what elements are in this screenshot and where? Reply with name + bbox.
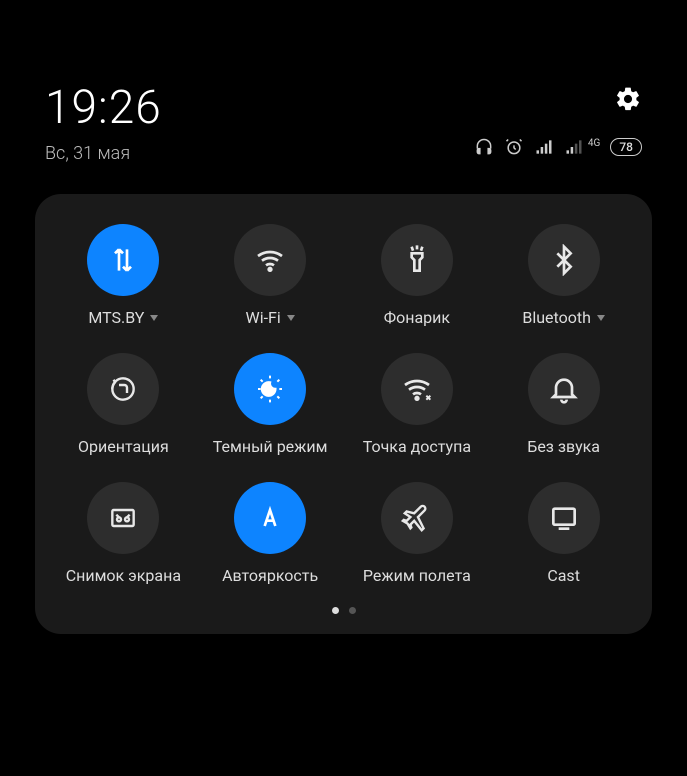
hotspot-button[interactable] bbox=[381, 353, 453, 425]
dark-mode-icon bbox=[254, 373, 286, 405]
alarm-icon bbox=[504, 137, 524, 157]
cast-icon bbox=[548, 502, 580, 534]
headphones-icon bbox=[474, 137, 494, 157]
dark-mode-button[interactable] bbox=[234, 353, 306, 425]
clock-date: Вс, 31 мая bbox=[45, 143, 162, 164]
airplane-icon bbox=[401, 502, 433, 534]
toggle-bluetooth[interactable]: Bluetooth bbox=[500, 224, 627, 327]
toggle-label: Режим полета bbox=[363, 566, 471, 585]
mobile-data-button[interactable] bbox=[87, 224, 159, 296]
toggle-wifi[interactable]: Wi-Fi bbox=[207, 224, 334, 327]
settings-button[interactable] bbox=[614, 85, 642, 117]
toggle-dark-mode[interactable]: Темный режим bbox=[207, 353, 334, 456]
hotspot-icon bbox=[401, 373, 433, 405]
header-left: 19:26 Вс, 31 мая bbox=[45, 85, 162, 164]
battery-indicator: 78 bbox=[610, 138, 642, 156]
toggle-cast[interactable]: Cast bbox=[500, 482, 627, 585]
screenshot-icon bbox=[107, 502, 139, 534]
mobile-data-icon bbox=[107, 244, 139, 276]
flashlight-icon bbox=[401, 244, 433, 276]
toggle-airplane[interactable]: Режим полета bbox=[354, 482, 481, 585]
flashlight-button[interactable] bbox=[381, 224, 453, 296]
bell-icon bbox=[548, 373, 580, 405]
toggle-hotspot[interactable]: Точка доступа bbox=[354, 353, 481, 456]
screenshot-button[interactable] bbox=[87, 482, 159, 554]
wifi-icon bbox=[254, 244, 286, 276]
toggle-silent[interactable]: Без звука bbox=[500, 353, 627, 456]
toggle-label: Cast bbox=[547, 566, 580, 585]
header: 19:26 Вс, 31 мая 4G 78 bbox=[0, 0, 687, 184]
network-type-label: 4G bbox=[588, 138, 600, 149]
toggle-label: Ориентация bbox=[78, 437, 169, 456]
clock-time: 19:26 bbox=[45, 85, 162, 131]
signal-1-icon bbox=[534, 137, 554, 157]
airplane-button[interactable] bbox=[381, 482, 453, 554]
toggle-orientation[interactable]: Ориентация bbox=[60, 353, 187, 456]
orientation-icon bbox=[107, 373, 139, 405]
bluetooth-button[interactable] bbox=[528, 224, 600, 296]
auto-brightness-icon bbox=[254, 502, 286, 534]
toggle-grid: MTS.BY Wi-Fi Фонарик bbox=[60, 224, 627, 585]
toggle-label: MTS.BY bbox=[88, 308, 158, 327]
auto-brightness-button[interactable] bbox=[234, 482, 306, 554]
toggle-auto-brightness[interactable]: Автояркость bbox=[207, 482, 334, 585]
toggle-label: Без звука bbox=[527, 437, 600, 456]
status-icons: 4G 78 bbox=[474, 137, 642, 157]
cast-button[interactable] bbox=[528, 482, 600, 554]
bluetooth-icon bbox=[548, 244, 580, 276]
page-indicator[interactable] bbox=[60, 607, 627, 614]
toggle-mobile-data[interactable]: MTS.BY bbox=[60, 224, 187, 327]
gear-icon bbox=[614, 85, 642, 113]
signal-2-icon bbox=[564, 137, 584, 157]
expand-icon bbox=[597, 315, 605, 321]
toggle-label: Темный режим bbox=[213, 437, 328, 456]
orientation-button[interactable] bbox=[87, 353, 159, 425]
toggle-flashlight[interactable]: Фонарик bbox=[354, 224, 481, 327]
toggle-label: Автояркость bbox=[222, 566, 318, 585]
header-right: 4G 78 bbox=[474, 85, 642, 157]
silent-button[interactable] bbox=[528, 353, 600, 425]
toggle-label: Wi-Fi bbox=[246, 308, 295, 327]
wifi-button[interactable] bbox=[234, 224, 306, 296]
toggle-screenshot[interactable]: Снимок экрана bbox=[60, 482, 187, 585]
toggle-label: Снимок экрана bbox=[66, 566, 181, 585]
page-dot bbox=[349, 607, 356, 614]
quick-settings-panel: MTS.BY Wi-Fi Фонарик bbox=[35, 194, 652, 634]
page-dot bbox=[332, 607, 339, 614]
expand-icon bbox=[150, 315, 158, 321]
toggle-label: Bluetooth bbox=[522, 308, 605, 327]
toggle-label: Фонарик bbox=[384, 308, 450, 327]
expand-icon bbox=[287, 315, 295, 321]
toggle-label: Точка доступа bbox=[363, 437, 471, 456]
